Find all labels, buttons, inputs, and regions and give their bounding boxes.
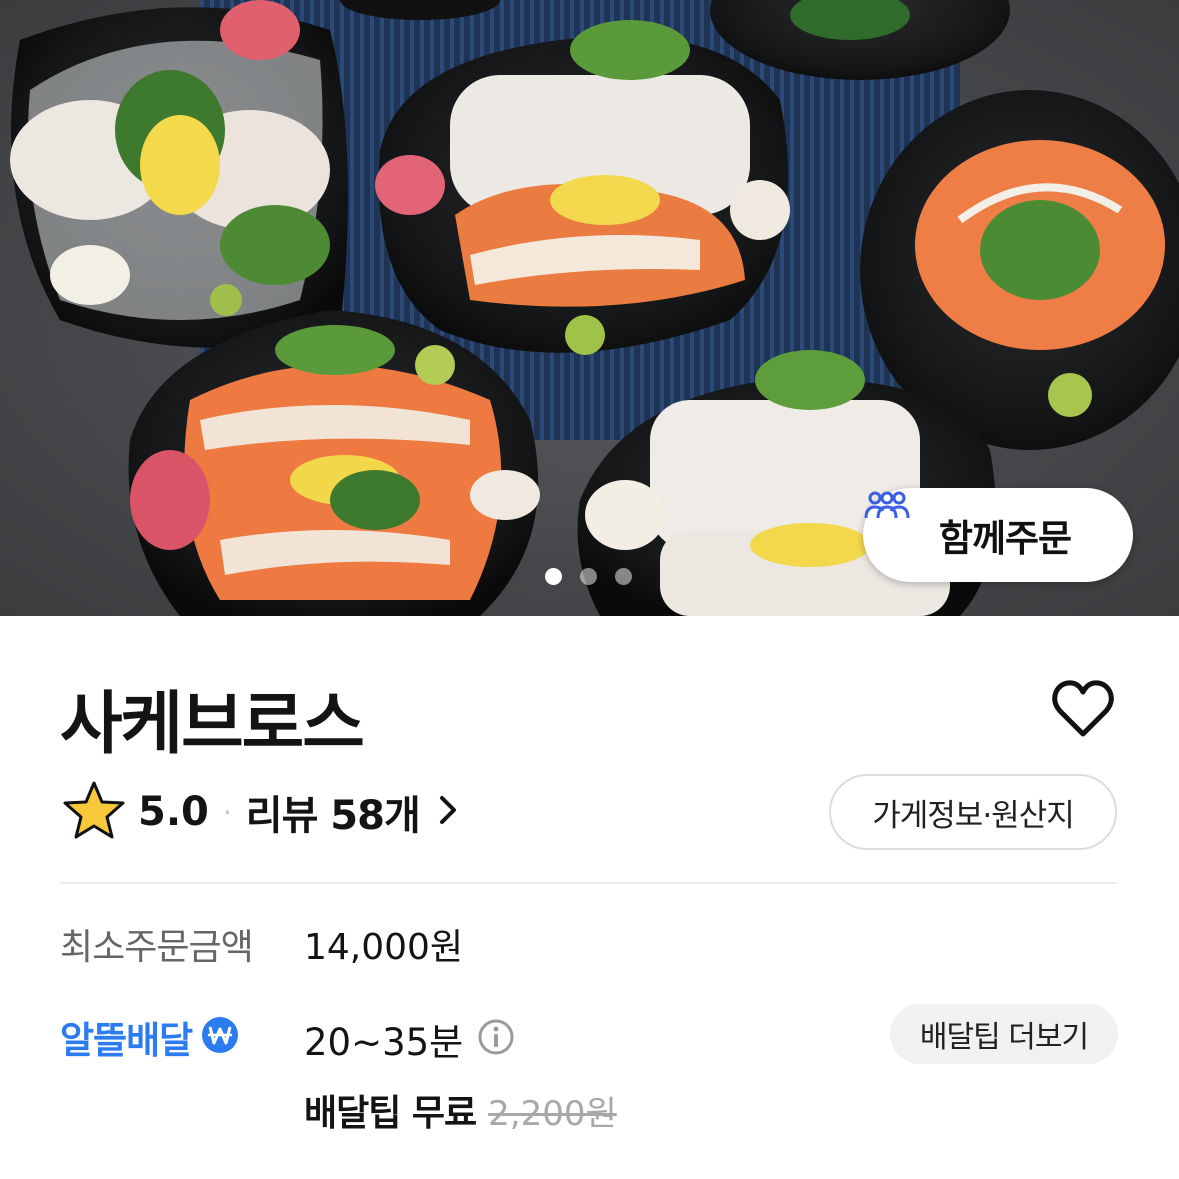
divider <box>60 882 1118 884</box>
chevron-right-icon[interactable] <box>438 794 458 830</box>
star-icon <box>62 780 126 844</box>
delivery-type-label: 알뜰배달 <box>60 1019 193 1062</box>
separator-dot: · <box>222 795 232 829</box>
pager-dot[interactable] <box>545 568 562 585</box>
rating-value: 5.0 <box>138 789 209 835</box>
min-order-value: 14,000원 <box>304 927 464 968</box>
store-name: 사케브로스 <box>60 685 365 764</box>
info-icon[interactable] <box>477 1018 515 1060</box>
carousel-pager[interactable] <box>545 568 632 585</box>
review-count-link[interactable]: 리뷰 58개 <box>246 783 421 841</box>
group-order-label: 함께주문 <box>938 517 1072 560</box>
delivery-type[interactable]: 알뜰배달 <box>60 1010 240 1064</box>
min-order-label: 최소주문금액 <box>60 927 254 968</box>
pager-dot[interactable] <box>580 568 597 585</box>
store-info-button[interactable]: 가게정보·원산지 <box>829 774 1117 850</box>
delivery-time: 20~35분 <box>304 1012 515 1066</box>
won-badge-icon <box>200 1015 240 1059</box>
delivery-tip-row: 배달팁 무료 2,200원 <box>304 1084 617 1136</box>
delivery-tip-original: 2,200원 <box>488 1094 617 1134</box>
delivery-time-value: 20~35분 <box>304 1021 464 1064</box>
delivery-tip-free: 배달팁 무료 <box>304 1093 477 1134</box>
rating-row[interactable]: 5.0 · 리뷰 58개 <box>62 780 458 844</box>
heart-icon[interactable] <box>1052 680 1114 738</box>
pager-dot[interactable] <box>615 568 632 585</box>
group-order-button[interactable]: 함께주문 <box>863 488 1133 582</box>
hero-image[interactable]: 함께주문 <box>0 0 1179 616</box>
delivery-tip-more-button[interactable]: 배달팁 더보기 <box>890 1004 1118 1064</box>
